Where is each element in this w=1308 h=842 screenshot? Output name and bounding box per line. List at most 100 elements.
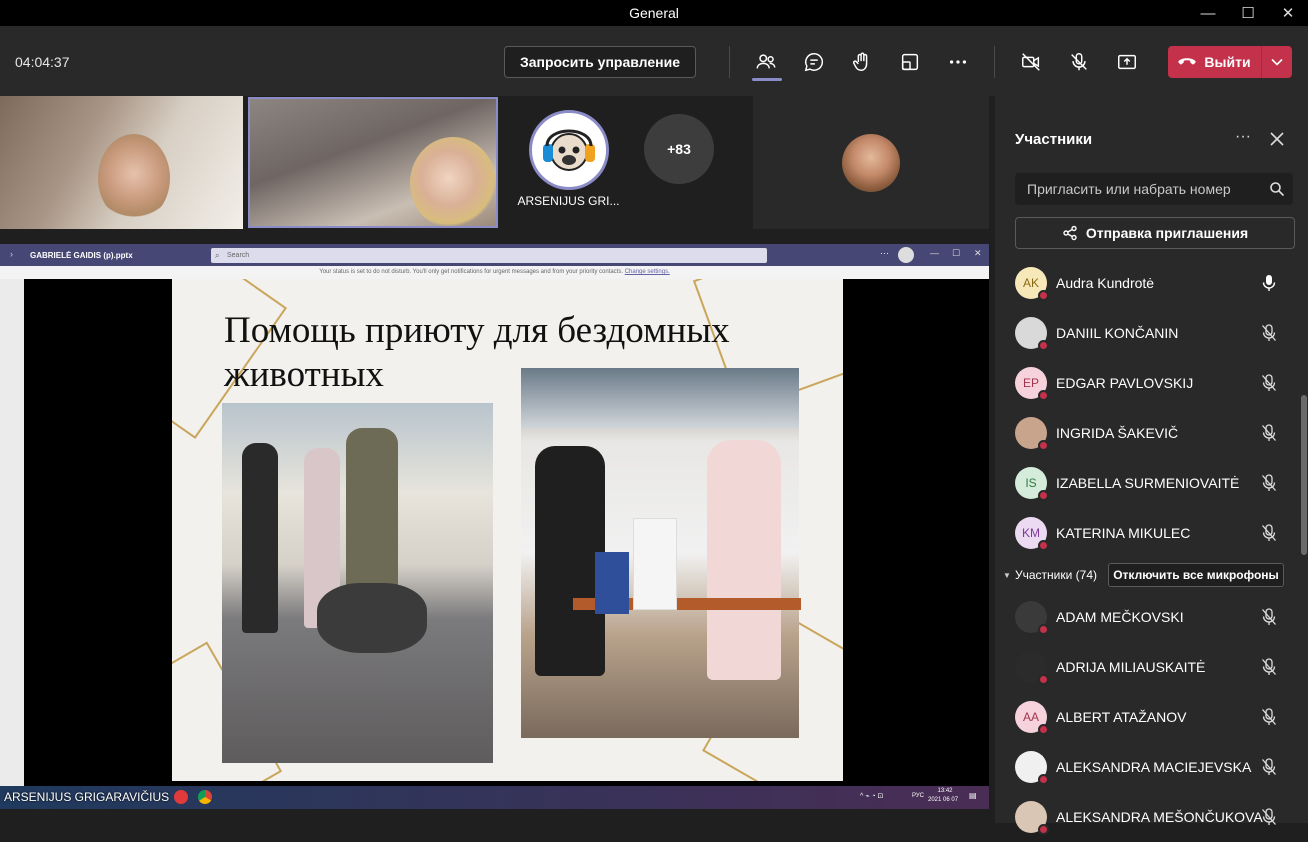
avatar-tile[interactable]: ARSENIJUS GRI...: [506, 96, 631, 229]
photo-background: [521, 368, 799, 428]
breakout-rooms-icon[interactable]: [896, 48, 924, 76]
microphone-off-icon: [1261, 608, 1277, 626]
participant-name: KATERINA MIKULEC: [1056, 525, 1191, 541]
avatar: [1015, 801, 1049, 835]
presence-dnd-icon: [1038, 340, 1049, 351]
shared-search-box: ⌕ Search: [211, 248, 767, 263]
microphone-off-icon: [1261, 374, 1277, 392]
close-icon[interactable]: [1268, 130, 1286, 148]
window-titlebar: General — ☐ ✕: [0, 0, 1308, 26]
slide-photo-right: [521, 368, 801, 738]
send-invite-label: Отправка приглашения: [1085, 225, 1249, 241]
participant-row[interactable]: DANIIL KONČANIN: [995, 308, 1300, 358]
window-controls: — ☐ ✕: [1188, 0, 1308, 26]
avatar: [1015, 317, 1049, 351]
avatar: [1015, 417, 1049, 451]
presence-dnd-icon: [1038, 490, 1049, 501]
window-title: General: [629, 5, 679, 21]
notifications-icon: ▤: [969, 791, 977, 800]
participants-panel: Участники ··· Отправка приглашения AK Aud…: [995, 96, 1308, 835]
chevron-right-icon: ›: [10, 249, 13, 259]
search-icon[interactable]: [1269, 181, 1285, 197]
more-participants-badge[interactable]: +83: [644, 114, 714, 184]
microphone-off-icon: [1261, 708, 1277, 726]
avatar: [1015, 651, 1049, 685]
notice-link: Change settings.: [624, 269, 670, 275]
shared-app-header: › GABRIELĖ GAIDIS (p).pptx ⌕ Search ··· …: [0, 244, 989, 266]
participant-row[interactable]: ADAM MEČKOVSKI: [995, 592, 1300, 642]
avatar: [1015, 601, 1049, 635]
notice-text: Your status is set to do not disturb. Yo…: [319, 269, 624, 275]
yandex-browser-icon: [174, 790, 188, 804]
avatar-initials: IS: [1025, 476, 1037, 490]
leave-label: Выйти: [1204, 54, 1251, 70]
slide-photo-left: [222, 403, 493, 763]
participants-icon[interactable]: [752, 48, 780, 76]
participant-photo: [842, 134, 900, 192]
presence-dnd-icon: [1038, 624, 1049, 635]
avatar: AK: [1015, 267, 1049, 301]
participant-name: Audra Kundrotė: [1056, 275, 1155, 291]
tray-date: 2021 06 07: [928, 797, 959, 803]
share-screen-icon[interactable]: [1113, 48, 1141, 76]
participant-row[interactable]: EP EDGAR PAVLOVSKIJ: [995, 358, 1300, 408]
participant-row[interactable]: ALEKSANDRA MACIEJEVSKA: [995, 742, 1300, 792]
more-actions-icon[interactable]: [944, 48, 972, 76]
avatar-name: ARSENIJUS GRI...: [517, 194, 620, 208]
participant-name: ALEKSANDRA MACIEJEVSKA: [1056, 759, 1252, 775]
camera-off-icon[interactable]: [1017, 48, 1045, 76]
presence-dnd-icon: [1038, 290, 1049, 301]
avatar: KM: [1015, 517, 1049, 551]
panel-more-icon[interactable]: ···: [1235, 128, 1251, 146]
close-window-button[interactable]: ✕: [1268, 0, 1308, 26]
video-tile[interactable]: [0, 96, 243, 229]
leave-options-button[interactable]: [1262, 46, 1292, 78]
invite-input[interactable]: [1015, 173, 1293, 205]
participant-name: INGRIDA ŠAKEVIČ: [1056, 425, 1179, 441]
phone-hangup-icon: [1178, 58, 1197, 65]
participant-video: [98, 134, 170, 222]
participant-row[interactable]: ADRIJA MILIAUSKAITĖ: [995, 642, 1300, 692]
shared-app-rail: [0, 279, 24, 809]
avatar-initials: KM: [1022, 526, 1040, 540]
minimize-button[interactable]: —: [1188, 0, 1228, 26]
participant-name: DANIIL KONČANIN: [1056, 325, 1179, 341]
presence-dnd-icon: [1038, 824, 1049, 835]
microphone-off-icon: [1261, 808, 1277, 826]
avatar: [898, 247, 914, 263]
microphone-off-icon[interactable]: [1065, 48, 1093, 76]
status-notice: Your status is set to do not disturb. Yo…: [0, 266, 989, 279]
video-tile[interactable]: [753, 96, 989, 229]
participant-row[interactable]: ALEKSANDRA MEŠONČUKOVA: [995, 792, 1300, 842]
participant-video: [410, 137, 496, 226]
participant-row[interactable]: KM KATERINA MIKULEC: [995, 508, 1300, 558]
leave-button[interactable]: Выйти: [1168, 46, 1261, 78]
participant-row[interactable]: IS IZABELLA SURMENIOVAITĖ: [995, 458, 1300, 508]
person-silhouette: [242, 443, 278, 633]
participant-row[interactable]: AK Audra Kundrotė: [995, 258, 1300, 308]
raise-hand-icon[interactable]: [848, 48, 876, 76]
panel-scrollbar[interactable]: [1301, 395, 1307, 555]
person-silhouette: [707, 440, 781, 680]
section-label: Участники (74): [1015, 568, 1098, 582]
microphone-icon: [1261, 274, 1277, 292]
participant-row[interactable]: AA ALBERT ATAŽANOV: [995, 692, 1300, 742]
participant-row[interactable]: INGRIDA ŠAKEVIČ: [995, 408, 1300, 458]
maximize-button[interactable]: ☐: [1228, 0, 1268, 26]
attendees-section-header[interactable]: ▼ Участники (74) Отключить все микрофоны: [995, 558, 1300, 592]
microphone-off-icon: [1261, 658, 1277, 676]
avatar: AA: [1015, 701, 1049, 735]
mute-all-button[interactable]: Отключить все микрофоны: [1108, 563, 1284, 587]
tray-time: 13:42: [937, 788, 953, 794]
meeting-toolbar: 04:04:37 Запросить управление Выйти: [0, 26, 1308, 96]
participant-name: EDGAR PAVLOVSKIJ: [1056, 375, 1194, 391]
avatar: IS: [1015, 467, 1049, 501]
food-bag: [633, 518, 677, 610]
participant-name: ALBERT ATAŽANOV: [1056, 709, 1187, 725]
shared-window-title: GABRIELĖ GAIDIS (p).pptx: [30, 251, 133, 260]
toolbar-divider: [994, 46, 995, 78]
chat-icon[interactable]: [800, 48, 828, 76]
video-tile-speaking[interactable]: [248, 97, 498, 228]
send-invite-button[interactable]: Отправка приглашения: [1015, 217, 1295, 249]
request-control-button[interactable]: Запросить управление: [504, 46, 696, 78]
